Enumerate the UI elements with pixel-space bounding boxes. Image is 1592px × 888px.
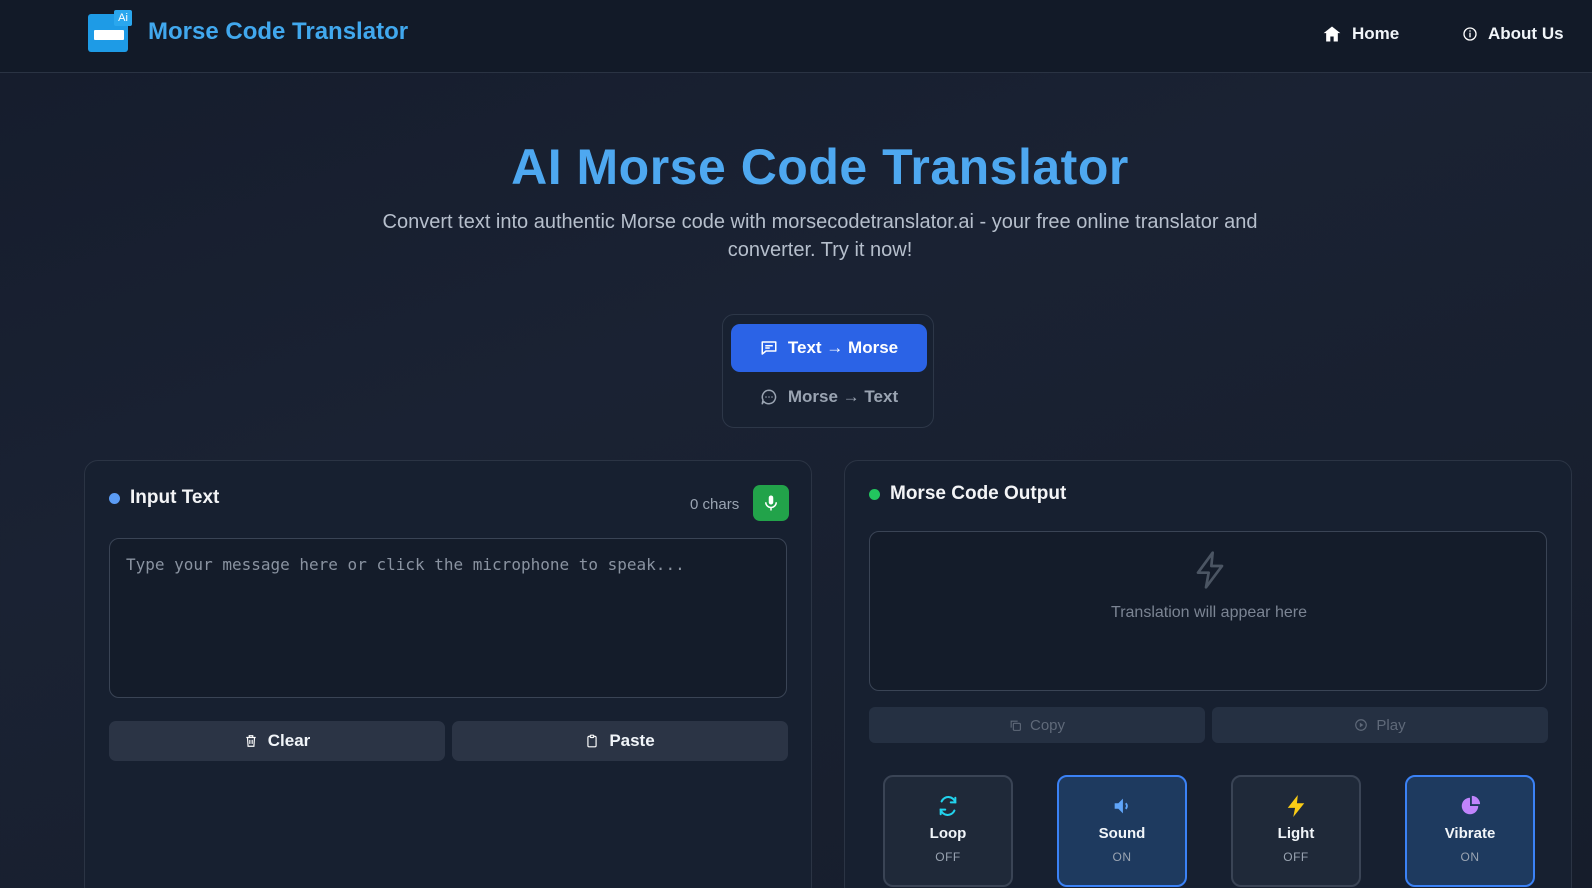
copy-label: Copy: [1029, 716, 1066, 734]
mode-active-label: Text → Morse: [787, 338, 899, 357]
paste-button[interactable]: Paste: [452, 721, 788, 761]
input-panel-title: Input Text: [109, 487, 219, 509]
nav-home[interactable]: Home: [1322, 22, 1399, 46]
morse-output: Translation will appear here: [869, 531, 1547, 691]
top-header: Ai Morse Code Translator Home About Us: [0, 0, 1592, 73]
logo[interactable]: Ai: [88, 10, 132, 52]
copy-button[interactable]: Copy: [869, 707, 1205, 743]
play-button[interactable]: Play: [1212, 707, 1548, 743]
input-panel-title-text: Input Text: [130, 487, 220, 508]
sound-state: ON: [1112, 850, 1132, 864]
input-panel: Input Text 0 chars Clear Paste: [84, 460, 812, 888]
output-status-dot: [869, 488, 880, 500]
brand-title[interactable]: Morse Code Translator: [148, 18, 408, 46]
loop-icon: [939, 796, 957, 816]
clear-label: Clear: [267, 731, 311, 750]
mode-switch: Text → Morse Morse → Text: [722, 314, 934, 428]
page-title: AI Morse Code Translator: [511, 139, 1129, 195]
mode-inactive-label: Morse → Text: [787, 387, 899, 406]
loop-label: Loop: [929, 825, 967, 842]
trash-icon: [246, 735, 256, 747]
nav-about-label: About Us: [1488, 24, 1564, 43]
output-placeholder: Translation will appear here: [1111, 604, 1307, 621]
microphone-button[interactable]: [753, 485, 789, 521]
clear-button[interactable]: Clear: [109, 721, 445, 761]
message-square-icon: [761, 341, 777, 355]
output-panel-title-text: Morse Code Output: [890, 483, 1067, 504]
play-label: Play: [1376, 716, 1406, 734]
vibrate-toggle[interactable]: Vibrate ON: [1405, 775, 1535, 887]
copy-icon: [1010, 720, 1021, 731]
logo-ai-badge: Ai: [114, 10, 132, 26]
input-status-dot: [109, 492, 120, 504]
light-label: Light: [1277, 825, 1315, 842]
play-circle-icon: [1355, 719, 1368, 731]
sound-label: Sound: [1098, 825, 1146, 842]
vibrate-state: ON: [1460, 850, 1480, 864]
message-circle-icon: [761, 389, 777, 405]
home-icon: [1323, 26, 1341, 42]
loop-state: OFF: [935, 850, 961, 864]
clipboard-icon: [587, 734, 597, 748]
sound-toggle[interactable]: Sound ON: [1057, 775, 1187, 887]
page-subtitle: Convert text into authentic Morse code w…: [382, 211, 1258, 261]
sound-icon: [1114, 798, 1128, 814]
loop-toggle[interactable]: Loop OFF: [883, 775, 1013, 887]
light-state: OFF: [1283, 850, 1309, 864]
bolt-outline-icon: [1196, 551, 1224, 589]
message-input[interactable]: [109, 538, 787, 698]
vibrate-icon: [1461, 795, 1481, 815]
info-icon: [1463, 27, 1477, 41]
output-panel-title: Morse Code Output: [869, 483, 1066, 505]
microphone-icon: [765, 495, 777, 511]
mode-morse-to-text-button[interactable]: Morse → Text: [731, 375, 927, 419]
vibrate-label: Vibrate: [1444, 825, 1496, 842]
paste-label: Paste: [609, 731, 655, 750]
nav-home-label: Home: [1352, 24, 1400, 43]
char-count: 0 chars: [690, 496, 740, 513]
bolt-icon: [1287, 795, 1305, 817]
output-panel: Morse Code Output Translation will appea…: [844, 460, 1572, 888]
mode-text-to-morse-button[interactable]: Text → Morse: [731, 324, 927, 372]
light-toggle[interactable]: Light OFF: [1231, 775, 1361, 887]
nav-about-us[interactable]: About Us: [1462, 22, 1564, 46]
